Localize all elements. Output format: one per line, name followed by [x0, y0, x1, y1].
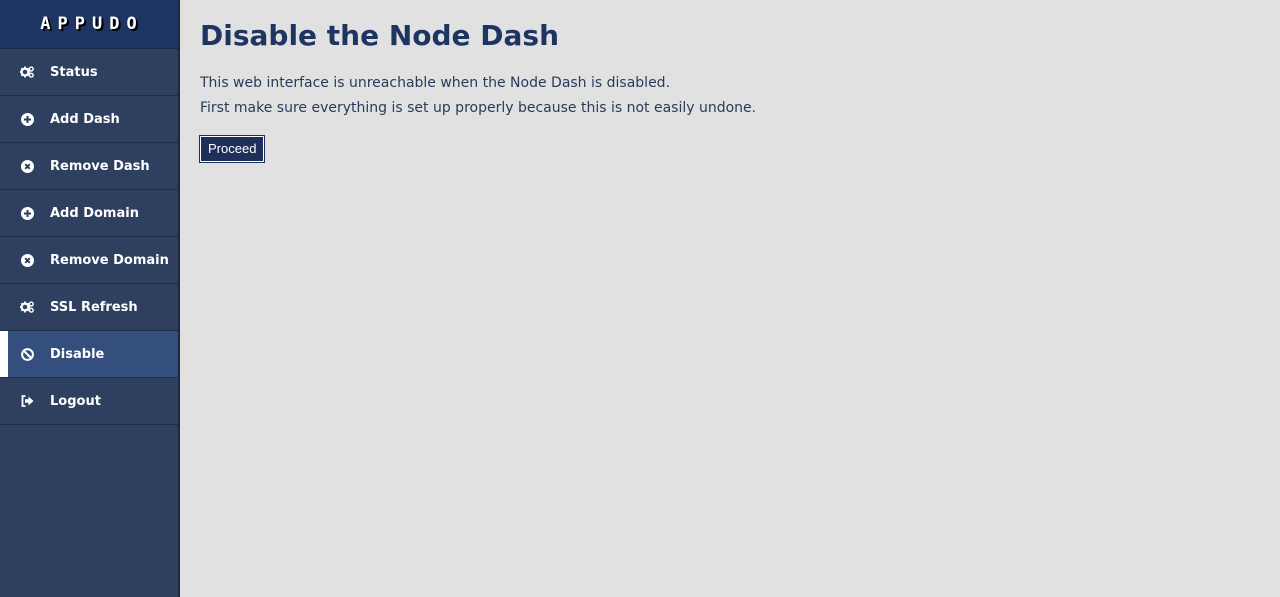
sidebar: APPUDO Status Add Dash Remove Dash Add D…	[0, 0, 180, 597]
sidebar-item-label: Add Domain	[50, 205, 139, 221]
sidebar-item-label: Logout	[50, 393, 101, 409]
sidebar-item-label: SSL Refresh	[50, 299, 138, 315]
sidebar-item-label: Add Dash	[50, 111, 120, 127]
sidebar-item-remove-domain[interactable]: Remove Domain	[0, 237, 178, 284]
sidebar-item-label: Remove Dash	[50, 158, 150, 174]
plus-circle-icon	[20, 112, 34, 126]
brand-logo[interactable]: APPUDO	[0, 0, 178, 49]
sidebar-item-label: Disable	[50, 346, 105, 362]
sidebar-item-label: Status	[50, 64, 98, 80]
plus-circle-icon	[20, 206, 34, 220]
sidebar-item-disable[interactable]: Disable	[0, 331, 178, 378]
gears-icon	[20, 300, 34, 314]
sidebar-item-label: Remove Domain	[50, 252, 169, 268]
sidebar-item-add-dash[interactable]: Add Dash	[0, 96, 178, 143]
page-title: Disable the Node Dash	[200, 19, 560, 52]
sidebar-item-add-domain[interactable]: Add Domain	[0, 190, 178, 237]
sign-out-icon	[20, 394, 34, 408]
instruction-text: First make sure everything is set up pro…	[200, 100, 757, 116]
sidebar-item-remove-dash[interactable]: Remove Dash	[0, 143, 178, 190]
ban-icon	[20, 347, 34, 361]
proceed-button[interactable]: Proceed	[198, 135, 266, 163]
sidebar-item-status[interactable]: Status	[0, 49, 178, 96]
times-circle-icon	[20, 159, 34, 173]
gears-icon	[20, 65, 34, 79]
warning-text: This web interface is unreachable when t…	[200, 75, 671, 91]
sidebar-item-ssl-refresh[interactable]: SSL Refresh	[0, 284, 178, 331]
sidebar-item-logout[interactable]: Logout	[0, 378, 178, 425]
times-circle-icon	[20, 253, 34, 267]
main-content: Disable the Node Dash This web interface…	[198, 0, 1280, 163]
